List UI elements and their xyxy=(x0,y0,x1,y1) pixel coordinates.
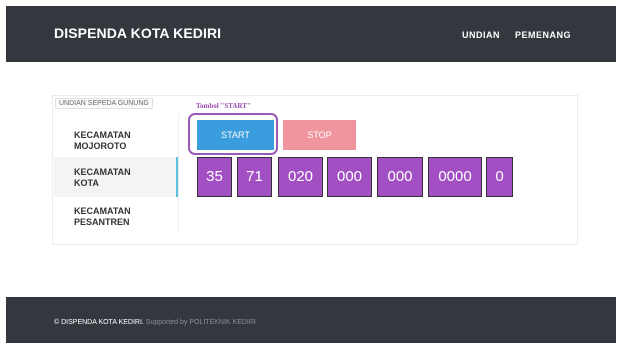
sidebar-item-kota[interactable]: KECAMATAN KOTA xyxy=(54,157,178,197)
sidebar-divider xyxy=(178,114,179,234)
sidebar-item-pesantren[interactable]: KECAMATAN PESANTREN xyxy=(54,196,178,236)
start-annotation: Tombol "START" xyxy=(196,102,251,110)
brand-title[interactable]: DISPENDA KOTA KEDIRI xyxy=(54,25,221,41)
stop-button[interactable]: STOP xyxy=(283,120,356,150)
sidebar-item-sublabel: PESANTREN xyxy=(74,217,130,227)
number-box: 020 xyxy=(278,157,323,197)
sidebar-item-label: KECAMATAN xyxy=(74,206,131,216)
top-navbar: DISPENDA KOTA KEDIRI UNDIAN PEMENANG xyxy=(6,6,616,62)
sidebar-item-mojoroto[interactable]: KECAMATAN MOJOROTO xyxy=(54,120,178,160)
footer-supported-by: Supported by POLITEKNIK KEDIRI xyxy=(143,319,256,326)
footer-copyright: © DISPENDA KOTA KEDIRI. xyxy=(54,319,144,326)
sidebar-item-label: KECAMATAN xyxy=(74,130,131,140)
number-box: 71 xyxy=(237,157,272,197)
number-box: 0000 xyxy=(428,157,482,197)
nav-link-pemenang[interactable]: PEMENANG xyxy=(515,30,571,40)
start-button[interactable]: START xyxy=(197,120,274,150)
page-footer: © DISPENDA KOTA KEDIRI. Supported by POL… xyxy=(6,297,616,343)
footer-text: © DISPENDA KOTA KEDIRI. Supported by POL… xyxy=(54,319,256,326)
number-box: 000 xyxy=(377,157,423,197)
number-box: 0 xyxy=(486,157,513,197)
panel-title: UNDIAN SEPEDA GUNUNG xyxy=(55,98,153,109)
lottery-panel: UNDIAN SEPEDA GUNUNG KECAMATAN MOJOROTO … xyxy=(52,95,578,245)
sidebar-item-label: KECAMATAN xyxy=(74,167,131,177)
sidebar-item-sublabel: KOTA xyxy=(74,178,99,188)
number-box: 35 xyxy=(197,157,232,197)
number-box: 000 xyxy=(327,157,372,197)
sidebar-item-sublabel: MOJOROTO xyxy=(74,141,127,151)
nav-link-undian[interactable]: UNDIAN xyxy=(462,30,500,40)
